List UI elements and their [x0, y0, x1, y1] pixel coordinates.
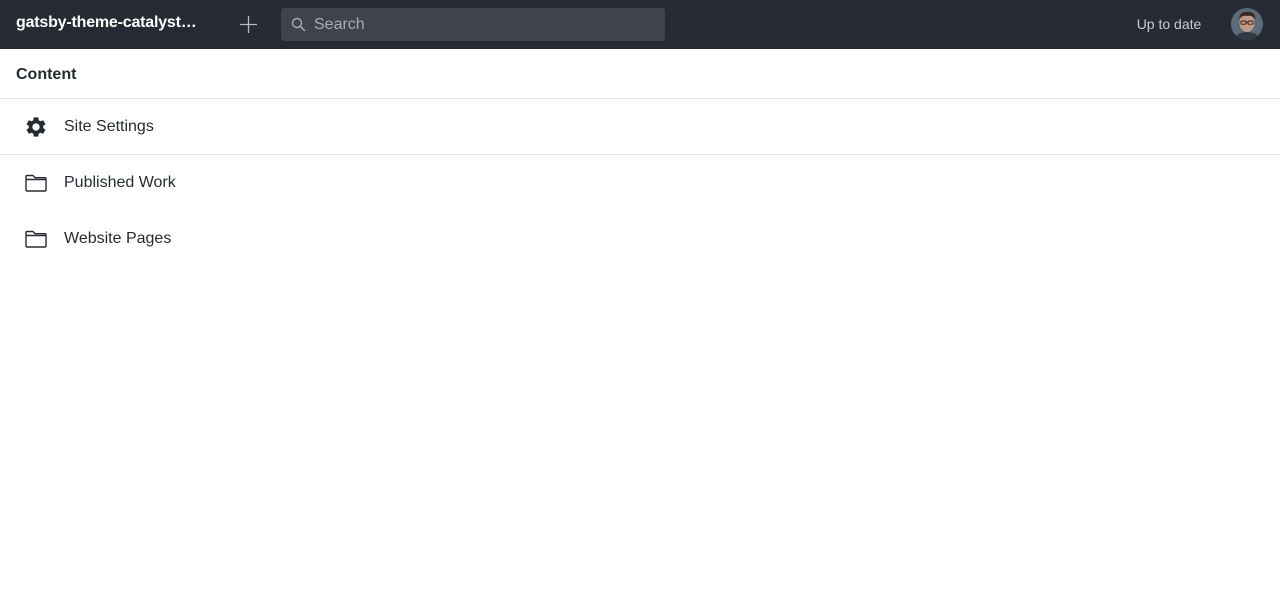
search-icon	[291, 17, 306, 32]
list-item-label: Site Settings	[64, 118, 154, 135]
search-input[interactable]	[314, 8, 654, 41]
top-navigation-bar: gatsby-theme-catalyst… Up to date	[0, 0, 1280, 49]
gear-icon	[26, 117, 46, 137]
list-item-label: Website Pages	[64, 230, 172, 247]
content-list: Site Settings Published Work Website Pag…	[0, 99, 1280, 267]
content-section-header: Content	[0, 49, 1280, 99]
create-new-button[interactable]	[235, 11, 262, 38]
list-item-published-work[interactable]: Published Work	[0, 155, 1280, 211]
plus-icon	[240, 16, 257, 33]
list-item-label: Published Work	[64, 174, 176, 191]
avatar-icon	[1231, 8, 1263, 40]
folder-icon	[25, 174, 47, 192]
sync-status-text: Up to date	[1136, 16, 1202, 32]
list-item-site-settings[interactable]: Site Settings	[0, 99, 1280, 155]
list-item-website-pages[interactable]: Website Pages	[0, 211, 1280, 267]
project-title[interactable]: gatsby-theme-catalyst…	[16, 14, 206, 32]
section-title: Content	[16, 66, 77, 83]
folder-icon	[25, 230, 47, 248]
user-avatar[interactable]	[1231, 8, 1263, 40]
search-box[interactable]	[281, 8, 665, 41]
